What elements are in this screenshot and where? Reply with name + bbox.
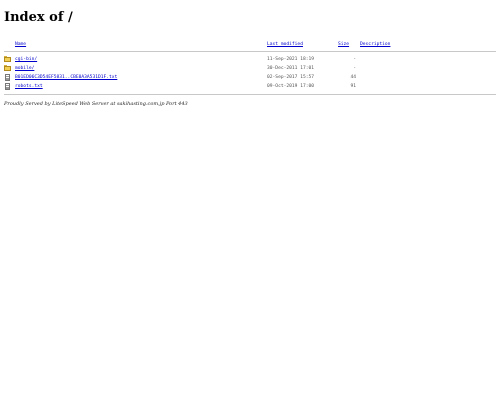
folder-icon [4,56,11,63]
file-icon [4,74,11,81]
name-column-header: Name [15,40,267,48]
table-row: cgi-bin/ 11-Sep-2021 18:19 - [4,55,496,64]
file-icon [4,83,11,90]
sort-by-description-link[interactable]: Description [360,42,390,47]
entry-description [360,82,496,91]
size-column-header: Size [338,40,360,48]
header-divider [4,51,496,52]
header-separator-row [4,48,496,55]
entry-description [360,55,496,64]
entry-link-cgi-bin[interactable]: cgi-bin/ [15,57,37,62]
footer-divider [4,94,496,95]
entry-size: 44 [350,75,356,80]
sort-by-last-modified-link[interactable]: Last modified [267,42,303,47]
entry-link-robots-txt[interactable]: robots.txt [15,84,43,89]
entry-size: - [353,57,356,62]
table-row: robots.txt 09-Oct-2019 17:00 91 [4,82,496,91]
directory-listing-page: Index of / Name Last modified Size Descr… [0,0,500,107]
table-row: B01ED06C3D54EF5831..CBE0A3A531D1F.txt 02… [4,73,496,82]
entry-modified: 09-Oct-2019 17:00 [267,84,315,89]
entry-modified: 02-Sep-2017 15:57 [267,75,315,80]
entry-link-mobile[interactable]: mobile/ [15,66,34,71]
icon-column-header [4,40,15,48]
sort-by-size-link[interactable]: Size [338,42,349,47]
entry-description [360,64,496,73]
folder-icon [4,65,11,72]
sort-by-name-link[interactable]: Name [15,42,26,47]
server-signature: Proudly Served by LiteSpeed Web Server a… [4,101,188,107]
entry-link-hash-txt[interactable]: B01ED06C3D54EF5831..CBE0A3A531D1F.txt [15,75,117,80]
table-row: mobile/ 30-Dec-2011 17:01 - [4,64,496,73]
entry-size: - [353,66,356,71]
entry-modified: 30-Dec-2011 17:01 [267,66,315,71]
entry-description [360,73,496,82]
page-title: Index of / [4,10,73,25]
footer-separator-row [4,91,496,98]
entry-modified: 11-Sep-2021 18:19 [267,57,315,62]
entry-size: 91 [350,84,356,89]
table-header-row: Name Last modified Size Description [4,40,496,48]
description-column-header: Description [360,40,496,48]
last-modified-column-header: Last modified [267,40,338,48]
file-listing-table: Name Last modified Size Description cgi-… [4,40,496,98]
